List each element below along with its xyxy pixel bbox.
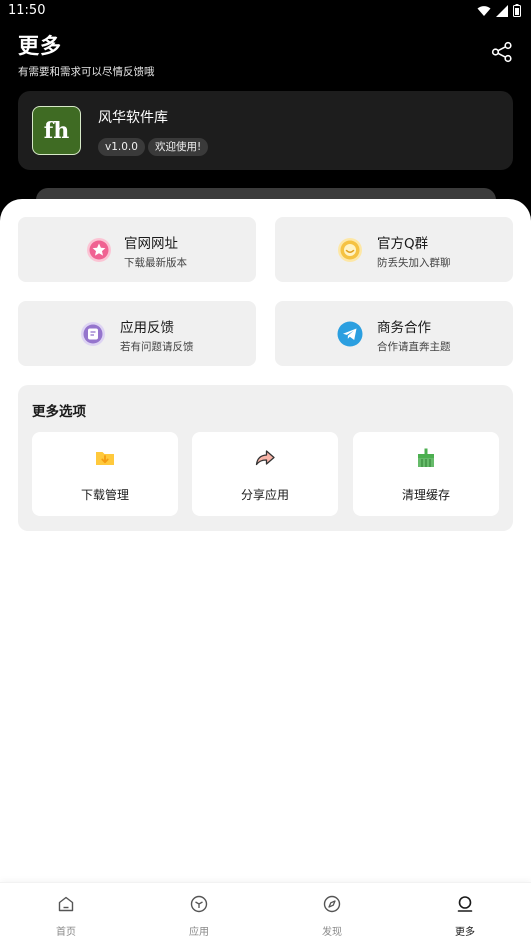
option-label: 分享应用	[240, 488, 289, 502]
link-desc: 若有问题请反馈	[120, 341, 194, 353]
broom-icon	[418, 448, 434, 467]
nav-label: 更多	[455, 927, 475, 938]
app-logo: fh	[32, 106, 81, 155]
app-info-card[interactable]: fh 风华软件库 v1.0.0 欢迎使用!	[18, 91, 513, 170]
link-title: 官网网址	[124, 236, 178, 252]
share-icon[interactable]	[491, 41, 513, 63]
app-name: 风华软件库	[98, 110, 168, 126]
nav-item-more[interactable]: 更多	[399, 883, 531, 945]
nav-item-apps[interactable]: 应用	[133, 883, 265, 945]
status-bar: 11:50	[0, 0, 531, 22]
link-desc: 下载最新版本	[124, 257, 187, 269]
nav-item-discover[interactable]: 发现	[266, 883, 398, 945]
link-card-feedback[interactable]: 应用反馈 若有问题请反馈	[18, 301, 256, 366]
version-badge: v1.0.0	[98, 138, 145, 156]
compass-icon	[323, 895, 341, 913]
telegram-icon	[337, 321, 363, 347]
nav-label: 首页	[56, 927, 76, 938]
wifi-icon	[477, 5, 491, 16]
link-title: 应用反馈	[120, 320, 174, 336]
star-icon	[87, 238, 111, 262]
home-icon	[58, 896, 74, 912]
status-time: 11:50	[8, 3, 46, 18]
more-options-title: 更多选项	[32, 404, 86, 420]
option-label: 清理缓存	[401, 488, 450, 502]
feedback-icon	[81, 322, 105, 346]
share-arrow-icon	[255, 450, 275, 466]
link-desc: 合作请直奔主题	[377, 341, 451, 353]
content-sheet: 官网网址 下载最新版本 官方Q群 防丢失加入群聊 应用反馈 若有问题请反馈 商务…	[0, 199, 531, 944]
status-icons	[477, 4, 521, 17]
option-clear-cache[interactable]: 清理缓存	[353, 432, 499, 516]
nav-label: 发现	[322, 927, 342, 938]
more-options-panel: 更多选项 下载管理 分享应用 清理缓存	[18, 385, 513, 531]
link-card-qq-group[interactable]: 官方Q群 防丢失加入群聊	[275, 217, 513, 282]
link-card-website[interactable]: 官网网址 下载最新版本	[18, 217, 256, 282]
download-folder-icon	[96, 452, 114, 465]
header: 更多 有需要和需求可以尽情反馈哦	[18, 30, 155, 79]
option-label: 下载管理	[80, 488, 129, 502]
nav-label: 应用	[189, 927, 209, 938]
link-title: 官方Q群	[377, 236, 429, 252]
nav-item-home[interactable]: 首页	[0, 883, 132, 945]
link-title: 商务合作	[377, 320, 431, 336]
bottom-navigation: 首页 应用 发现 更多	[0, 882, 531, 945]
welcome-badge: 欢迎使用!	[148, 138, 209, 156]
battery-icon	[513, 4, 521, 17]
link-card-business[interactable]: 商务合作 合作请直奔主题	[275, 301, 513, 366]
signal-icon	[496, 4, 508, 17]
smile-icon	[338, 238, 362, 262]
link-desc: 防丢失加入群聊	[377, 257, 451, 269]
page-subtitle: 有需要和需求可以尽情反馈哦	[18, 66, 155, 78]
page-title: 更多	[18, 34, 62, 58]
profile-icon	[457, 896, 473, 912]
option-share-app[interactable]: 分享应用	[192, 432, 338, 516]
cube-icon	[190, 895, 208, 913]
option-download-manager[interactable]: 下载管理	[32, 432, 178, 516]
